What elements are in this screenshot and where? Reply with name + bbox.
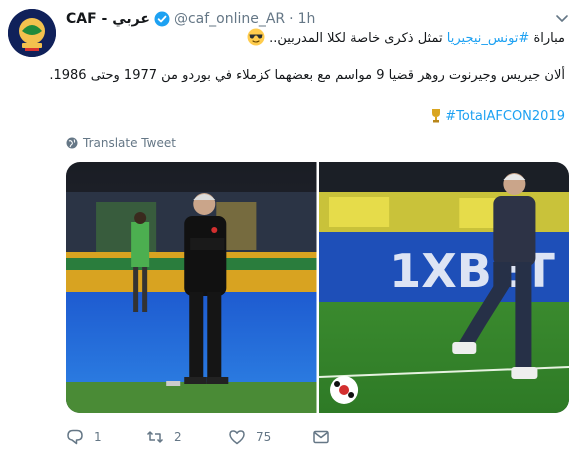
trophy-icon bbox=[430, 108, 442, 124]
like-button[interactable]: 75 bbox=[228, 428, 312, 446]
tweet-actions: 1 2 75 bbox=[66, 427, 340, 447]
account-name[interactable]: CAF - عربي bbox=[66, 11, 150, 27]
reply-icon bbox=[67, 429, 83, 445]
retweet-button[interactable]: 2 bbox=[146, 428, 228, 446]
heart-icon bbox=[229, 430, 245, 445]
hashtag-link-tunisia-nigeria[interactable]: #تونس_نيجيريا bbox=[447, 31, 530, 46]
like-count: 75 bbox=[256, 430, 272, 444]
tweet-media[interactable]: 1XBET bbox=[66, 162, 569, 413]
separator-dot: · bbox=[289, 11, 294, 27]
tweet-text-prefix: مباراة bbox=[533, 31, 565, 46]
photo-coach-left[interactable] bbox=[66, 162, 317, 413]
hashtag-link-totalafcon2019[interactable]: #TotalAFCON2019 bbox=[445, 109, 565, 124]
retweet-count: 2 bbox=[174, 430, 182, 444]
photo-coach-right[interactable]: 1XBET bbox=[318, 162, 569, 413]
tweet-text-line2: ألان جيريس وجيرنوت روهر قضيا 9 مواسم مع … bbox=[49, 68, 565, 83]
reply-button[interactable]: 1 bbox=[66, 428, 146, 446]
tweet-text-line1: مباراة #تونس_نيجيريا تمثل ذكرى خاصة لكلا… bbox=[243, 28, 565, 46]
translate-tweet-label: Translate Tweet bbox=[83, 136, 176, 150]
account-handle[interactable]: @caf_online_AR bbox=[174, 11, 285, 27]
tweet-text-line3: #TotalAFCON2019 bbox=[430, 108, 565, 124]
verified-badge-icon bbox=[154, 11, 170, 27]
globe-icon bbox=[66, 137, 78, 149]
account-avatar[interactable] bbox=[8, 9, 56, 57]
tweet-timestamp[interactable]: 1h bbox=[298, 11, 316, 27]
reply-count: 1 bbox=[94, 430, 102, 444]
tweet-text-suffix: تمثل ذكرى خاصة لكلا المدربين.. bbox=[269, 31, 443, 46]
chevron-down-icon[interactable] bbox=[555, 14, 569, 24]
direct-message-button[interactable] bbox=[312, 428, 340, 446]
envelope-icon bbox=[313, 430, 329, 444]
translate-tweet-link[interactable]: Translate Tweet bbox=[66, 136, 176, 150]
tweet-header: CAF - عربي @caf_online_AR · 1h bbox=[66, 9, 315, 29]
sunglasses-emoji-icon bbox=[247, 28, 265, 46]
retweet-icon bbox=[146, 431, 164, 443]
